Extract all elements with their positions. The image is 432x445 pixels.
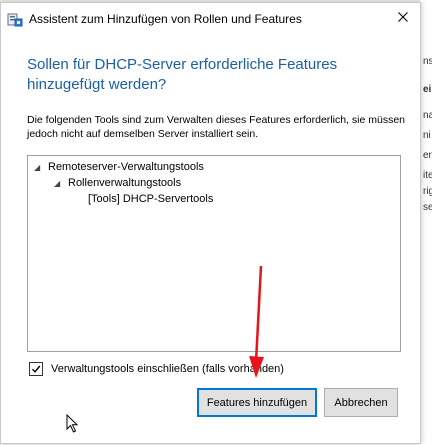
- background-text: ite: [423, 170, 432, 181]
- cancel-button[interactable]: Abbrechen: [324, 388, 398, 417]
- tree-item-dhcp-servertools[interactable]: [Tools] DHCP-Servertools: [88, 191, 213, 207]
- background-text: ser: [423, 202, 432, 213]
- add-roles-features-dialog: Assistent zum Hinzufügen von Rollen und …: [0, 2, 421, 444]
- include-tools-label: Verwaltungstools einschließen (falls vor…: [51, 363, 284, 375]
- server-manager-icon: [7, 11, 23, 27]
- checkmark-icon: [31, 365, 41, 373]
- include-tools-checkbox[interactable]: [29, 362, 43, 376]
- dialog-title: Assistent zum Hinzufügen von Rollen und …: [29, 12, 302, 26]
- title-bar: Assistent zum Hinzufügen von Rollen und …: [1, 3, 420, 33]
- dialog-heading: Sollen für DHCP-Server erforderliche Fea…: [27, 56, 338, 93]
- background-text: na: [423, 110, 432, 121]
- background-right-column: ns eil na ni er ite rig ser: [420, 0, 432, 445]
- background-text: ni: [423, 130, 431, 141]
- close-button[interactable]: [386, 3, 420, 33]
- feature-tree[interactable]: ◢ Remoteserver-Verwaltungstools ◢ Rollen…: [27, 155, 401, 352]
- background-text: er: [423, 150, 432, 161]
- include-tools-option[interactable]: Verwaltungstools einschließen (falls vor…: [29, 361, 284, 377]
- triangle-expanded-icon[interactable]: ◢: [54, 179, 64, 188]
- add-features-button[interactable]: Features hinzufügen: [197, 388, 317, 417]
- tree-item-remoteserver-verwaltungstools[interactable]: ◢ Remoteserver-Verwaltungstools: [34, 159, 204, 175]
- tree-item-rollenverwaltungstools[interactable]: ◢ Rollenverwaltungstools: [54, 175, 181, 191]
- tree-item-label: Rollenverwaltungstools: [68, 177, 182, 189]
- close-icon: [398, 9, 408, 27]
- triangle-expanded-icon[interactable]: ◢: [34, 163, 44, 172]
- background-text: ns: [423, 56, 432, 67]
- background-text: rig: [423, 186, 432, 197]
- background-text: eil: [423, 84, 432, 95]
- mouse-pointer-icon: [66, 414, 79, 433]
- tree-item-label: Remoteserver-Verwaltungstools: [48, 161, 204, 173]
- tree-item-label: [Tools] DHCP-Servertools: [88, 193, 214, 205]
- dialog-description: Die folgenden Tools sind zum Verwalten d…: [27, 114, 405, 140]
